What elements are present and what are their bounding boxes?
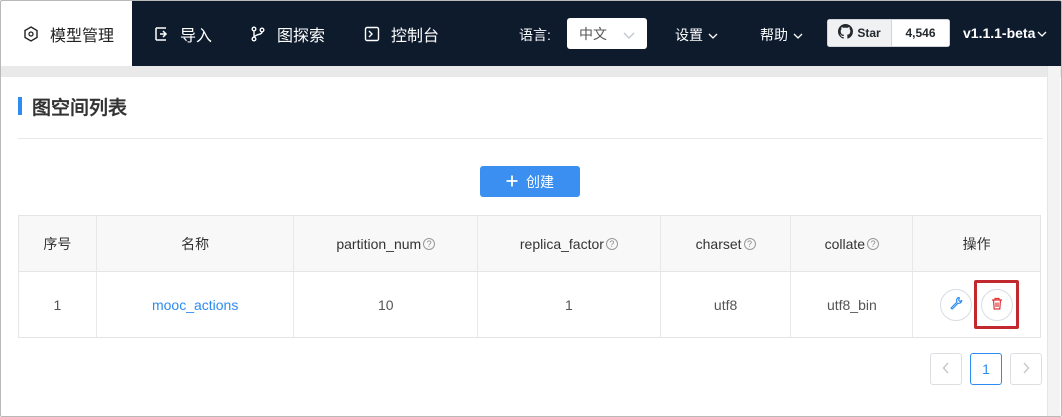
pagination-page-1[interactable]: 1 bbox=[970, 353, 1002, 385]
nav-item-label: 模型管理 bbox=[50, 27, 115, 45]
nav-item-label: 控制台 bbox=[391, 27, 440, 45]
github-icon bbox=[838, 24, 854, 42]
column-header-name: 名称 bbox=[97, 216, 295, 271]
github-star-left[interactable]: Star bbox=[827, 19, 892, 47]
chevron-down-icon bbox=[708, 27, 718, 43]
plus-icon bbox=[506, 174, 518, 190]
settings-menu[interactable]: 设置 bbox=[675, 25, 718, 45]
graph-space-table: 序号 名称 partition_num ? replica_factor ? c… bbox=[18, 215, 1041, 338]
column-header-replica-factor: replica_factor ? bbox=[478, 216, 661, 271]
help-icon[interactable]: ? bbox=[867, 237, 880, 250]
github-star-count[interactable]: 4,546 bbox=[892, 19, 950, 47]
cell-index: 1 bbox=[19, 272, 97, 337]
column-header-index: 序号 bbox=[19, 216, 97, 271]
nav-item-label: 导入 bbox=[180, 27, 213, 45]
scrollbar[interactable] bbox=[1047, 66, 1060, 416]
import-icon bbox=[152, 25, 170, 43]
model-icon bbox=[22, 25, 40, 43]
help-menu[interactable]: 帮助 bbox=[760, 25, 803, 45]
chevron-down-icon bbox=[623, 28, 635, 44]
table-row: 1 mooc_actions 10 1 utf8 utf8_bin bbox=[19, 272, 1040, 337]
cell-partition-num: 10 bbox=[294, 272, 479, 337]
chevron-down-icon bbox=[793, 27, 803, 43]
console-icon bbox=[363, 25, 381, 43]
nav-item-graph-explore[interactable]: 图探索 bbox=[249, 1, 325, 66]
language-value: 中文 bbox=[579, 25, 607, 42]
settings-label: 设置 bbox=[675, 27, 703, 43]
page-title-text: 图空间列表 bbox=[32, 97, 128, 119]
chevron-down-icon bbox=[1037, 25, 1047, 41]
app-frame: 模型管理 导入 图探索 控制台 语言: 中文 设置 帮助 Star 4,546 … bbox=[0, 0, 1062, 417]
page-title: 图空间列表 bbox=[18, 95, 128, 119]
cell-name: mooc_actions bbox=[97, 272, 295, 337]
space-name-link[interactable]: mooc_actions bbox=[152, 297, 238, 313]
github-star-button[interactable]: Star 4,546 bbox=[827, 19, 950, 47]
title-accent-bar bbox=[18, 97, 22, 115]
pagination-next-button[interactable] bbox=[1010, 353, 1042, 385]
cell-charset: utf8 bbox=[661, 272, 792, 337]
delete-button[interactable] bbox=[981, 288, 1014, 321]
trash-icon bbox=[991, 297, 1003, 313]
pagination-prev-button[interactable] bbox=[930, 353, 962, 385]
divider bbox=[18, 138, 1043, 139]
table-header-row: 序号 名称 partition_num ? replica_factor ? c… bbox=[19, 216, 1040, 272]
wrench-icon bbox=[949, 296, 963, 313]
help-icon[interactable]: ? bbox=[423, 237, 436, 250]
nav-item-import[interactable]: 导入 bbox=[152, 1, 212, 66]
chevron-right-icon bbox=[1022, 361, 1030, 377]
column-header-charset: charset ? bbox=[661, 216, 792, 271]
help-icon[interactable]: ? bbox=[743, 237, 756, 250]
help-label: 帮助 bbox=[760, 27, 788, 43]
column-header-collate: collate ? bbox=[791, 216, 914, 271]
content-top-strip bbox=[1, 66, 1061, 77]
help-icon[interactable]: ? bbox=[605, 237, 618, 250]
version-menu[interactable]: v1.1.1-beta bbox=[963, 25, 1047, 41]
nav-item-label: 图探索 bbox=[277, 27, 326, 45]
column-header-partition-num: partition_num ? bbox=[294, 216, 479, 271]
top-nav: 模型管理 导入 图探索 控制台 语言: 中文 设置 帮助 Star 4,546 … bbox=[1, 1, 1061, 66]
cell-actions bbox=[913, 272, 1040, 337]
language-label: 语言: bbox=[519, 27, 551, 43]
nav-item-console[interactable]: 控制台 bbox=[363, 1, 439, 66]
create-label: 创建 bbox=[526, 173, 554, 190]
edit-schema-button[interactable] bbox=[940, 288, 973, 321]
chevron-left-icon bbox=[942, 361, 950, 377]
github-star-label: Star bbox=[857, 26, 881, 40]
nav-item-model-management[interactable]: 模型管理 bbox=[1, 1, 132, 66]
cell-replica-factor: 1 bbox=[478, 272, 661, 337]
language-select[interactable]: 中文 bbox=[567, 18, 647, 49]
column-header-actions: 操作 bbox=[962, 235, 991, 252]
create-button[interactable]: 创建 bbox=[480, 166, 580, 197]
version-label: v1.1.1-beta bbox=[963, 25, 1036, 41]
branch-icon bbox=[249, 25, 267, 43]
cell-collate: utf8_bin bbox=[791, 272, 914, 337]
